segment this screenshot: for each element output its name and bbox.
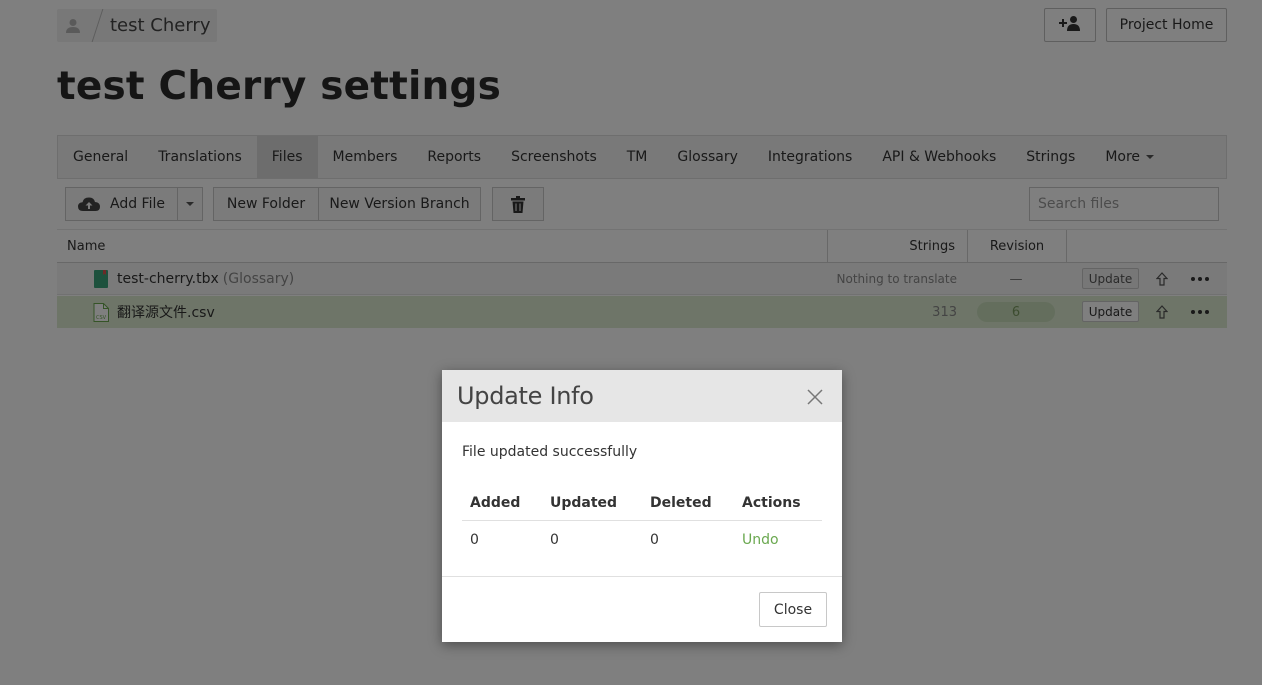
column-deleted: Deleted	[650, 495, 712, 511]
deleted-count: 0	[650, 531, 659, 548]
dialog-body: File updated successfully Added Updated …	[442, 422, 842, 577]
undo-link[interactable]: Undo	[734, 532, 822, 548]
summary-header: Added Updated Deleted Actions	[462, 486, 822, 521]
dialog-footer: Close	[442, 577, 842, 642]
summary-row: 0 0 0 Undo	[462, 521, 822, 558]
close-icon[interactable]	[806, 388, 824, 406]
column-added: Added	[470, 495, 521, 511]
added-count: 0	[470, 531, 479, 548]
update-summary-table: Added Updated Deleted Actions 0 0 0 Undo	[462, 486, 822, 558]
update-info-dialog: Update Info File updated successfully Ad…	[442, 370, 842, 642]
close-button[interactable]: Close	[759, 592, 827, 627]
column-updated: Updated	[550, 495, 618, 511]
updated-count: 0	[550, 531, 559, 548]
dialog-header: Update Info	[442, 370, 842, 422]
dialog-title: Update Info	[457, 382, 594, 410]
column-actions: Actions	[742, 495, 801, 511]
status-message: File updated successfully	[462, 444, 638, 460]
